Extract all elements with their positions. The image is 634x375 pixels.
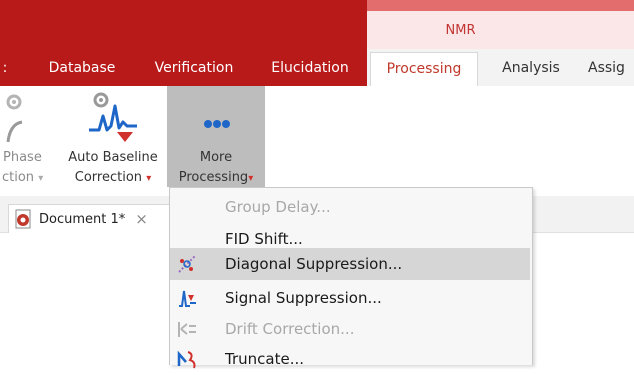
more-dots-icon: [204, 120, 230, 128]
menu-item-label: FID Shift...: [225, 230, 303, 248]
tab-elucidation[interactable]: Elucidation: [262, 52, 358, 86]
more-processing-menu: Group Delay... FID Shift... Diagonal Sup…: [169, 187, 533, 369]
document-close-icon[interactable]: ×: [135, 210, 148, 228]
nmr-context-header: NMR: [367, 11, 634, 49]
menu-item-label: Signal Suppression...: [225, 289, 382, 307]
menu-item-signal-suppression[interactable]: Signal Suppression...: [170, 282, 530, 314]
ribbon-toolbar: Phase ction ▾ Auto Baseline Correction ▾…: [0, 86, 634, 197]
more-processing-label-2: Processing: [178, 170, 249, 185]
auto-baseline-label-1: Auto Baseline: [68, 150, 158, 165]
document-tab[interactable]: Document 1* ×: [8, 204, 170, 233]
menu-item-group-delay[interactable]: Group Delay...: [170, 191, 530, 223]
nmr-context-strip: [367, 0, 634, 11]
tab-cut-off[interactable]: :: [0, 52, 10, 86]
menu-item-diagonal-suppression[interactable]: Diagonal Suppression...: [170, 248, 530, 280]
tab-processing[interactable]: Processing: [370, 52, 478, 86]
menu-item-drift-correction[interactable]: Drift Correction...: [170, 313, 530, 345]
menu-item-truncate[interactable]: Truncate...: [170, 343, 530, 375]
menu-item-label: Drift Correction...: [225, 320, 355, 338]
auto-baseline-icon: [89, 92, 137, 142]
diagonal-suppression-icon: [175, 252, 199, 276]
auto-baseline-label-2: Correction: [74, 170, 143, 185]
truncate-icon: [175, 347, 199, 371]
phase-correction-label-1: Phase: [3, 150, 42, 165]
more-processing-label-1: More: [199, 150, 233, 165]
auto-baseline-caret-icon: ▾: [146, 173, 152, 184]
phase-correction-icon: [6, 94, 23, 143]
more-processing-caret-icon: ▾: [248, 173, 254, 184]
document-tab-label: Document 1*: [39, 211, 126, 227]
tab-verification[interactable]: Verification: [146, 52, 242, 86]
menu-item-label: Diagonal Suppression...: [225, 255, 403, 273]
tab-database[interactable]: Database: [38, 52, 126, 86]
document-icon: [15, 209, 31, 229]
phase-correction-label-2: ction: [2, 170, 35, 185]
menu-item-label: Group Delay...: [225, 198, 331, 216]
tab-analysis[interactable]: Analysis: [486, 52, 576, 86]
phase-correction-button[interactable]: Phase ction ▾: [0, 86, 52, 189]
menu-item-label: Truncate...: [225, 350, 304, 368]
auto-baseline-correction-button[interactable]: Auto Baseline Correction ▾: [60, 86, 166, 189]
group-delay-icon: [175, 195, 199, 219]
signal-suppression-icon: [175, 286, 199, 310]
nmr-context-label: NMR: [445, 22, 476, 38]
tab-assignment[interactable]: Assig: [588, 52, 634, 86]
more-processing-button[interactable]: More Processing▾: [167, 86, 265, 187]
ribbon-header: NMR : Database Verification Elucidation …: [0, 0, 634, 86]
phase-caret-icon: ▾: [38, 173, 44, 184]
drift-correction-icon: [175, 317, 199, 341]
